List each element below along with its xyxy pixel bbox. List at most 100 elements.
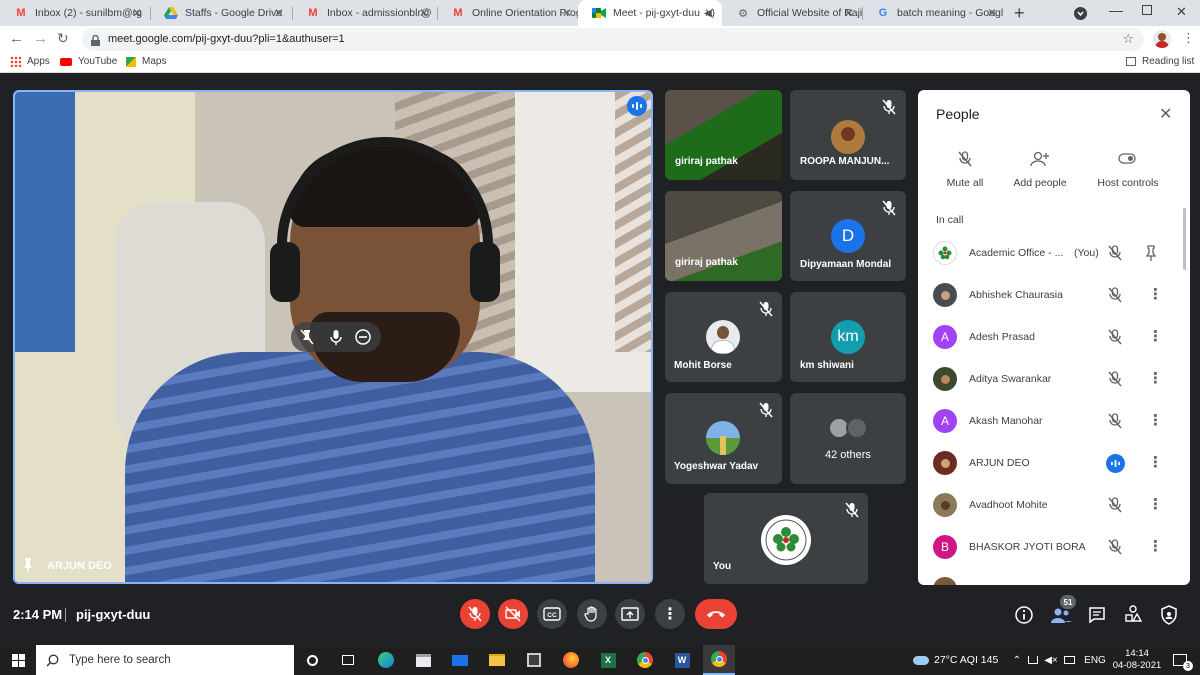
reading-list-button[interactable]: Reading list <box>1126 56 1194 67</box>
close-icon[interactable]: ✕ <box>274 6 284 20</box>
close-icon[interactable]: ✕ <box>132 6 142 20</box>
present-button[interactable] <box>615 599 645 629</box>
host-safety-icon[interactable] <box>1160 605 1178 630</box>
tab-google-search[interactable]: G batch meaning - Googl ✕ <box>862 0 1005 26</box>
bookmark-star-icon[interactable]: ☆ <box>1122 31 1134 47</box>
others-tile[interactable]: 42 others <box>790 393 906 484</box>
close-icon[interactable]: ✕ <box>419 6 429 20</box>
chevron-up-icon[interactable]: ⌃ <box>1010 645 1024 675</box>
store-icon[interactable] <box>411 645 435 675</box>
taskbar-search-box[interactable]: Type here to search <box>36 645 294 675</box>
tab-online-orientation[interactable]: M Online Orientation Prog ✕ <box>437 0 580 26</box>
bookmark-apps[interactable]: Apps <box>10 56 50 67</box>
host-controls-label[interactable]: Host controls <box>1088 177 1168 189</box>
more-options-icon[interactable]: ⋮ <box>1148 327 1163 345</box>
mic-off-icon[interactable] <box>1106 496 1124 514</box>
activities-icon[interactable] <box>1124 605 1143 630</box>
participant-row[interactable]: Avadhoot Mohite ⋮ <box>918 484 1190 526</box>
close-panel-icon[interactable]: ✕ <box>1159 104 1172 124</box>
edge-icon[interactable] <box>374 645 398 675</box>
chat-icon[interactable] <box>1088 606 1106 629</box>
participant-row[interactable]: A Akash Manohar ⋮ <box>918 400 1190 442</box>
participant-tile[interactable]: D Dipyamaan Mondal <box>790 191 906 281</box>
self-tile[interactable]: You <box>704 493 868 584</box>
close-icon[interactable]: ✕ <box>987 6 997 20</box>
participant-tile[interactable]: giriraj pathak <box>665 191 782 281</box>
forward-icon[interactable]: → <box>33 30 48 47</box>
cortana-icon[interactable] <box>300 645 324 675</box>
add-person-icon[interactable] <box>1030 150 1050 173</box>
pin-icon[interactable] <box>1144 244 1158 262</box>
close-icon[interactable]: ✕ <box>562 6 572 20</box>
reload-icon[interactable]: ↻ <box>57 30 69 47</box>
tab-gmail-inbox[interactable]: M Inbox (2) - sunilbm@rg ✕ <box>0 0 150 26</box>
chrome-active-icon[interactable] <box>703 645 735 675</box>
microphone-icon[interactable] <box>326 327 346 352</box>
main-speaker-video[interactable]: ARJUN DEO <box>13 90 653 584</box>
mic-off-icon[interactable] <box>1106 244 1124 262</box>
mic-off-icon[interactable] <box>1106 286 1124 304</box>
close-icon[interactable]: ✕ <box>844 6 854 20</box>
firefox-icon[interactable] <box>559 645 583 675</box>
participant-tile[interactable]: Yogeshwar Yadav <box>665 393 782 484</box>
network-icon[interactable] <box>1026 645 1040 675</box>
captions-button[interactable]: CC <box>537 599 567 629</box>
bookmark-youtube[interactable]: YouTube <box>60 56 117 67</box>
weather-text[interactable]: 27°C AQI 145 <box>934 645 1004 675</box>
meeting-details-icon[interactable] <box>1014 605 1034 630</box>
more-options-icon[interactable]: ⋮ <box>1148 369 1163 387</box>
participant-row[interactable]: Abhishek Chaurasia ⋮ <box>918 274 1190 316</box>
display-icon[interactable] <box>1062 645 1076 675</box>
participant-tile[interactable]: Mohit Borse <box>665 292 782 382</box>
camera-toggle-button[interactable] <box>498 599 528 629</box>
minimize-icon[interactable]: — <box>1109 2 1123 18</box>
remove-icon[interactable] <box>353 327 373 352</box>
taskbar-clock[interactable]: 14:14 04-08-2021 <box>1112 648 1162 672</box>
tab-meet[interactable]: Meet - pij-gxyt-duu ◀) ✕ <box>578 0 722 26</box>
tab-google-drive[interactable]: Staffs - Google Drive ✕ <box>150 0 292 26</box>
mic-off-icon[interactable] <box>1106 538 1124 556</box>
mic-off-icon[interactable] <box>1106 370 1124 388</box>
bookmark-maps[interactable]: Maps <box>126 56 166 67</box>
back-icon[interactable]: ← <box>9 30 24 47</box>
host-controls-icon[interactable] <box>1118 152 1138 171</box>
microphone-toggle-button[interactable] <box>460 599 490 629</box>
add-people-label[interactable]: Add people <box>1005 177 1075 189</box>
notification-icon[interactable]: 3 <box>1168 645 1193 675</box>
excel-icon[interactable]: X <box>596 645 620 675</box>
word-icon[interactable]: W <box>670 645 694 675</box>
participant-row[interactable]: A Adesh Prasad ⋮ <box>918 316 1190 358</box>
more-options-icon[interactable]: ⋮ <box>1148 495 1163 513</box>
mail-icon[interactable] <box>448 645 472 675</box>
mute-all-button[interactable] <box>941 150 989 173</box>
more-options-icon[interactable]: ⋮ <box>1148 285 1163 303</box>
participant-row[interactable]: Aditya Swarankar ⋮ <box>918 358 1190 400</box>
raise-hand-button[interactable] <box>577 599 607 629</box>
mic-off-icon[interactable] <box>1106 328 1124 346</box>
close-icon[interactable]: ✕ <box>704 6 714 20</box>
new-tab-icon[interactable]: + <box>1014 3 1025 24</box>
more-options-button[interactable]: ⋮ <box>655 599 685 629</box>
tab-gmail-admission[interactable]: M Inbox - admissionblr@ ✕ <box>292 0 437 26</box>
task-view-icon[interactable] <box>336 645 360 675</box>
window-close-icon[interactable]: ✕ <box>1176 4 1187 20</box>
more-options-icon[interactable]: ⋮ <box>1148 411 1163 429</box>
app-icon[interactable] <box>522 645 546 675</box>
mic-off-icon[interactable] <box>1106 412 1124 430</box>
participant-tile[interactable]: ROOPA MANJUN... <box>790 90 906 180</box>
file-explorer-icon[interactable] <box>485 645 509 675</box>
tab-official-website[interactable]: ⚙ Official Website of Rajiv ✕ <box>722 0 862 26</box>
leave-call-button[interactable] <box>695 599 737 629</box>
tab-search-icon[interactable] <box>1074 7 1087 20</box>
participant-row[interactable]: ARJUN DEO ⋮ <box>918 442 1190 484</box>
participant-tile[interactable]: km km shiwani <box>790 292 906 382</box>
volume-muted-icon[interactable]: ◀× <box>1043 645 1059 675</box>
restore-icon[interactable] <box>1142 5 1152 15</box>
chrome-icon[interactable] <box>633 645 657 675</box>
participant-row[interactable] <box>918 568 1190 585</box>
participant-row[interactable]: B BHASKOR JYOTI BORA ⋮ <box>918 526 1190 568</box>
windows-start-icon[interactable] <box>0 645 36 675</box>
more-options-icon[interactable]: ⋮ <box>1148 453 1163 471</box>
participant-row[interactable]: Academic Office - ... (You) <box>918 232 1190 274</box>
address-bar[interactable]: meet.google.com/pij-gxyt-duu?pli=1&authu… <box>82 28 1144 51</box>
